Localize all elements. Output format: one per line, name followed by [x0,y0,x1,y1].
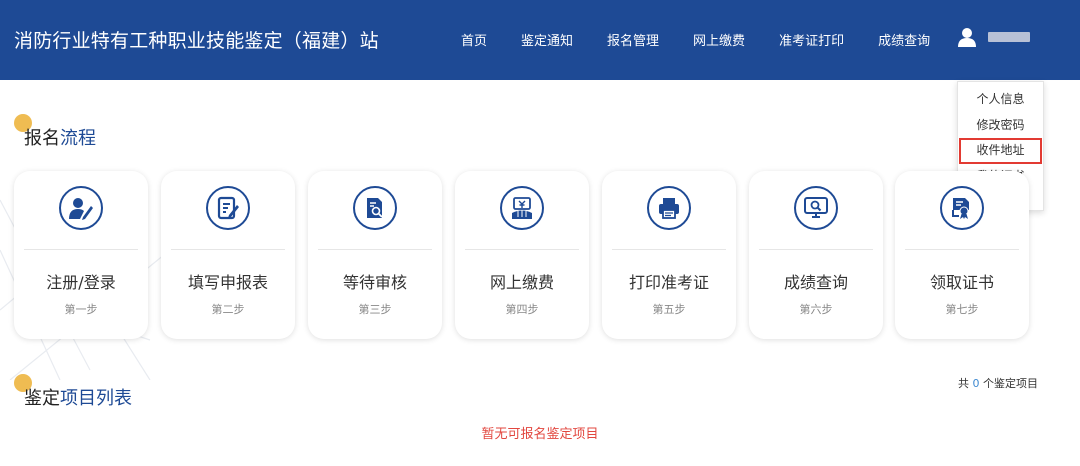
process-title-accent: 流程 [60,128,96,149]
step-card-review[interactable]: 等待审核 第三步 [308,171,442,339]
payment-icon [500,186,544,230]
count-suffix: 个鉴定项目 [983,377,1038,390]
step-title: 网上缴费 [489,273,554,292]
menu-change-password[interactable]: 修改密码 [958,113,1043,139]
printer-icon [647,186,691,230]
card-divider [318,249,432,250]
projects-title-accent: 项目列表 [60,388,132,409]
user-name-masked [988,32,1030,42]
count-number: 0 [972,377,980,390]
form-edit-icon [206,186,250,230]
step-title: 成绩查询 [783,273,848,292]
count-prefix: 共 [958,377,969,390]
step-number: 第四步 [505,303,539,316]
card-divider [465,249,579,250]
card-divider [612,249,726,250]
step-title: 等待审核 [342,273,407,292]
process-steps: 注册/登录 第一步 填写申报表 第二步 等待审核 第三步 网上缴费 第四步 打印… [14,171,1034,339]
step-card-certificate[interactable]: 领取证书 第七步 [895,171,1029,339]
nav-admission-print[interactable]: 准考证打印 [762,30,861,49]
card-divider [759,249,873,250]
certificate-icon [940,186,984,230]
projects-title-plain: 鉴定 [24,388,60,409]
step-title: 打印准考证 [628,273,709,292]
step-number: 第三步 [358,303,392,316]
user-icon [958,28,976,47]
step-title: 领取证书 [929,273,994,292]
step-card-register[interactable]: 注册/登录 第一步 [14,171,148,339]
card-divider [171,249,285,250]
menu-shipping-address[interactable]: 收件地址 [959,138,1042,164]
top-header: 消防行业特有工种职业技能鉴定（福建）站 首页 鉴定通知 报名管理 网上缴费 准考… [0,0,1080,80]
step-number: 第五步 [652,303,686,316]
document-search-icon [353,186,397,230]
nav-score-query[interactable]: 成绩查询 [861,30,947,49]
step-number: 第二步 [211,303,245,316]
card-divider [24,249,138,250]
process-section-title: 报名流程 [24,124,96,150]
card-divider [905,249,1019,250]
monitor-search-icon [794,186,838,230]
step-card-payment[interactable]: 网上缴费 第四步 [455,171,589,339]
menu-profile[interactable]: 个人信息 [958,87,1043,113]
step-card-print-admission[interactable]: 打印准考证 第五步 [602,171,736,339]
step-number: 第六步 [799,303,833,316]
step-number: 第一步 [64,303,98,316]
main-nav: 首页 鉴定通知 报名管理 网上缴费 准考证打印 成绩查询 [444,30,947,49]
step-card-application-form[interactable]: 填写申报表 第二步 [161,171,295,339]
nav-registration[interactable]: 报名管理 [590,30,676,49]
step-number: 第七步 [945,303,979,316]
nav-payment[interactable]: 网上缴费 [676,30,762,49]
nav-notices[interactable]: 鉴定通知 [504,30,590,49]
user-menu[interactable] [958,27,1030,47]
project-count: 共 0 个鉴定项目 [958,375,1038,391]
step-title: 填写申报表 [187,273,268,292]
projects-section-title: 鉴定项目列表 [24,384,132,410]
empty-projects-message: 暂无可报名鉴定项目 [481,427,599,442]
step-title: 注册/登录 [46,273,116,292]
nav-home[interactable]: 首页 [444,30,504,49]
site-title: 消防行业特有工种职业技能鉴定（福建）站 [14,30,379,52]
step-card-score-query[interactable]: 成绩查询 第六步 [749,171,883,339]
process-title-plain: 报名 [24,128,60,149]
user-edit-icon [59,186,103,230]
